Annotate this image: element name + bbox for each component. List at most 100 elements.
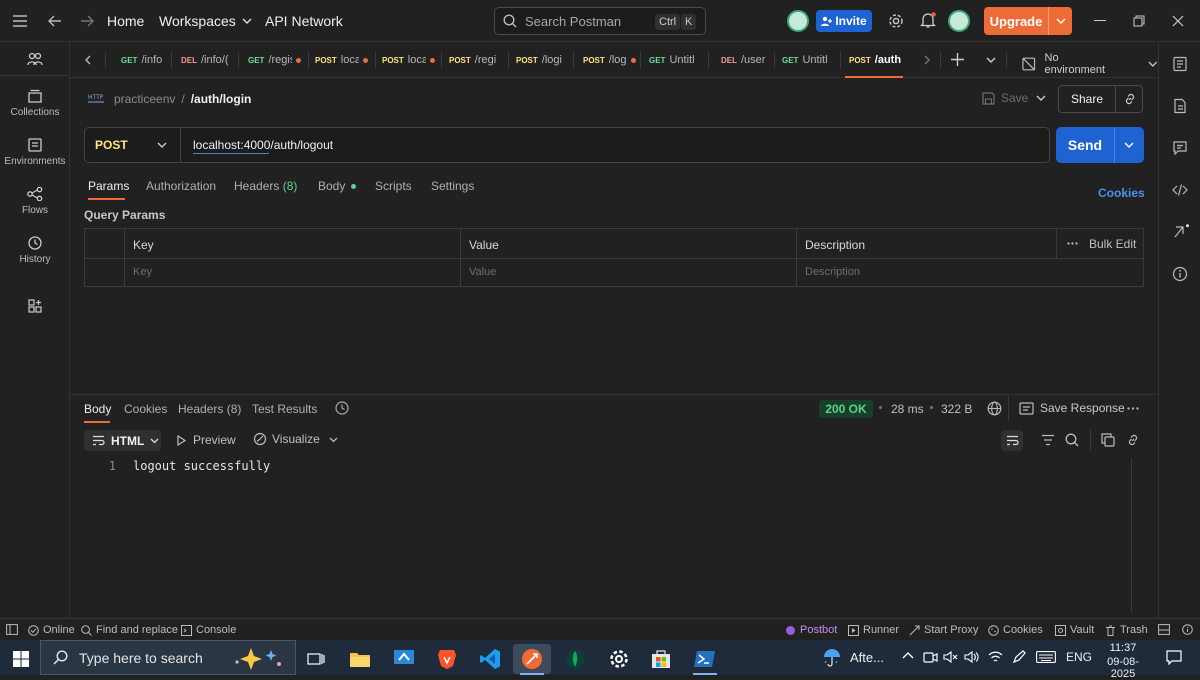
footer-cookies-button[interactable]: Cookies [988,624,1043,636]
code-icon[interactable] [1172,182,1188,198]
response-more-icon[interactable] [1127,407,1139,410]
restore-icon[interactable] [1133,15,1145,27]
request-tab-active[interactable]: POST /auth [845,42,903,78]
request-tab[interactable]: POST loca [382,42,437,78]
home-link[interactable]: Home [107,0,144,42]
copy-link-icon[interactable] [1123,92,1137,106]
save-options-chevron-icon[interactable] [1036,95,1046,101]
preview-button[interactable]: Preview [177,433,236,447]
file-explorer-icon[interactable] [341,644,379,674]
documentation-icon[interactable] [1172,56,1188,72]
close-icon[interactable] [1172,15,1184,27]
network-globe-icon[interactable] [987,401,1002,416]
tray-meet-icon[interactable] [923,650,938,664]
response-body-text[interactable]: logout successfully [133,459,270,473]
bulk-edit-button[interactable]: Bulk Edit [1089,237,1136,251]
more-options-icon[interactable] [1067,242,1078,245]
toggle-sidebar-icon[interactable] [6,624,18,635]
response-tab-test-results[interactable]: Test Results [252,402,317,416]
send-button[interactable]: Send [1056,127,1114,163]
user-avatar[interactable] [948,10,970,32]
start-proxy-button[interactable]: Start Proxy [909,624,978,636]
weather-label[interactable]: Afte... [850,650,884,665]
request-tab[interactable]: GET Untitl [782,42,832,78]
visualize-button[interactable]: Visualize [253,432,320,446]
help-icon[interactable] [1182,624,1193,635]
request-tab[interactable]: GET Untitl [649,42,699,78]
forward-arrow-icon[interactable] [80,0,94,42]
request-tab[interactable]: GET /info [121,42,171,78]
request-tab[interactable]: POST /logi [516,42,566,78]
response-tab-cookies[interactable]: Cookies [124,402,167,416]
online-status[interactable]: Online [28,624,75,636]
notification-bell-icon[interactable] [920,12,936,29]
response-history-icon[interactable] [335,401,349,415]
layout-toggle-icon[interactable] [1158,624,1170,635]
response-scrollbar[interactable] [1131,458,1132,612]
cookies-link[interactable]: Cookies [1098,186,1145,200]
runner-button[interactable]: Runner [848,624,899,636]
chevron-left-icon[interactable] [84,55,91,65]
powershell-icon[interactable] [686,644,724,674]
clock[interactable]: 11:37 09-08-2025 [1096,642,1150,680]
remote-desktop-icon[interactable] [385,644,423,674]
sidebar-item-environments[interactable]: Environments [0,138,70,167]
tray-volume-icon[interactable] [964,650,979,664]
mongodb-compass-icon[interactable] [556,644,594,674]
upgrade-button[interactable]: Upgrade [984,7,1072,35]
value-input[interactable]: Value [469,266,496,278]
request-info-icon[interactable] [1172,98,1188,114]
response-tab-body[interactable]: Body [84,402,111,423]
related-collections-icon[interactable] [1172,224,1189,240]
request-tab[interactable]: POST loca [315,42,370,78]
filter-icon[interactable] [1041,434,1055,446]
save-button[interactable]: Save [982,91,1028,105]
search-input[interactable]: Search Postman Ctrl K [494,7,706,35]
send-options-chevron-icon[interactable] [1124,142,1134,148]
search-response-icon[interactable] [1065,433,1079,447]
menu-icon[interactable] [13,0,27,42]
task-view-icon[interactable] [297,644,335,674]
response-size[interactable]: 322 B [941,402,972,416]
notification-center-icon[interactable] [1166,650,1182,665]
request-name[interactable]: /auth/login [191,92,252,106]
description-input[interactable]: Description [805,266,860,278]
sidebar-item-collections[interactable]: Collections [0,89,70,118]
taskbar-search-box[interactable]: Type here to search [40,640,296,675]
team-avatar[interactable] [787,10,809,32]
url-input[interactable]: localhost:4000/auth/logout [193,138,333,152]
tab-params[interactable]: Params [88,179,129,200]
copy-icon[interactable] [1101,433,1115,447]
trash-button[interactable]: Trash [1105,624,1148,636]
tray-chevron-up-icon[interactable] [902,651,914,659]
tab-scripts[interactable]: Scripts [375,179,412,193]
tray-wifi-icon[interactable] [988,650,1003,664]
postman-taskbar-icon[interactable] [513,644,551,674]
weather-umbrella-icon[interactable] [822,648,842,668]
response-tab-headers[interactable]: Headers (8) [178,402,241,416]
vscode-icon[interactable] [471,644,509,674]
format-select[interactable]: HTML [84,430,161,451]
request-tab[interactable]: DEL /info/( [181,42,233,78]
response-divider[interactable] [70,394,1158,395]
request-tab[interactable]: POST /log [583,42,641,78]
share-button[interactable]: Share [1059,92,1115,106]
method-select[interactable]: POST [85,128,181,162]
postbot-button[interactable]: Postbot [785,624,837,636]
link-icon[interactable] [1126,433,1140,447]
tab-body[interactable]: Body [318,179,357,193]
tray-keyboard-icon[interactable] [1036,651,1056,663]
minimize-icon[interactable] [1094,20,1106,21]
tray-mute-icon[interactable] [943,650,958,664]
invite-button[interactable]: Invite [816,10,872,32]
info-icon[interactable] [1172,266,1188,282]
tab-settings[interactable]: Settings [431,179,474,193]
new-tab-plus-icon[interactable] [951,53,964,66]
key-input[interactable]: Key [133,266,152,278]
status-badge[interactable]: 200 OK [819,400,873,418]
find-replace-button[interactable]: Find and replace [81,624,178,636]
environment-selector[interactable]: No environment [1022,52,1158,76]
language-indicator[interactable]: ENG [1066,650,1092,664]
breadcrumb-collection[interactable]: practiceenv [114,92,175,106]
sidebar-item-flows[interactable]: Flows [0,187,70,216]
